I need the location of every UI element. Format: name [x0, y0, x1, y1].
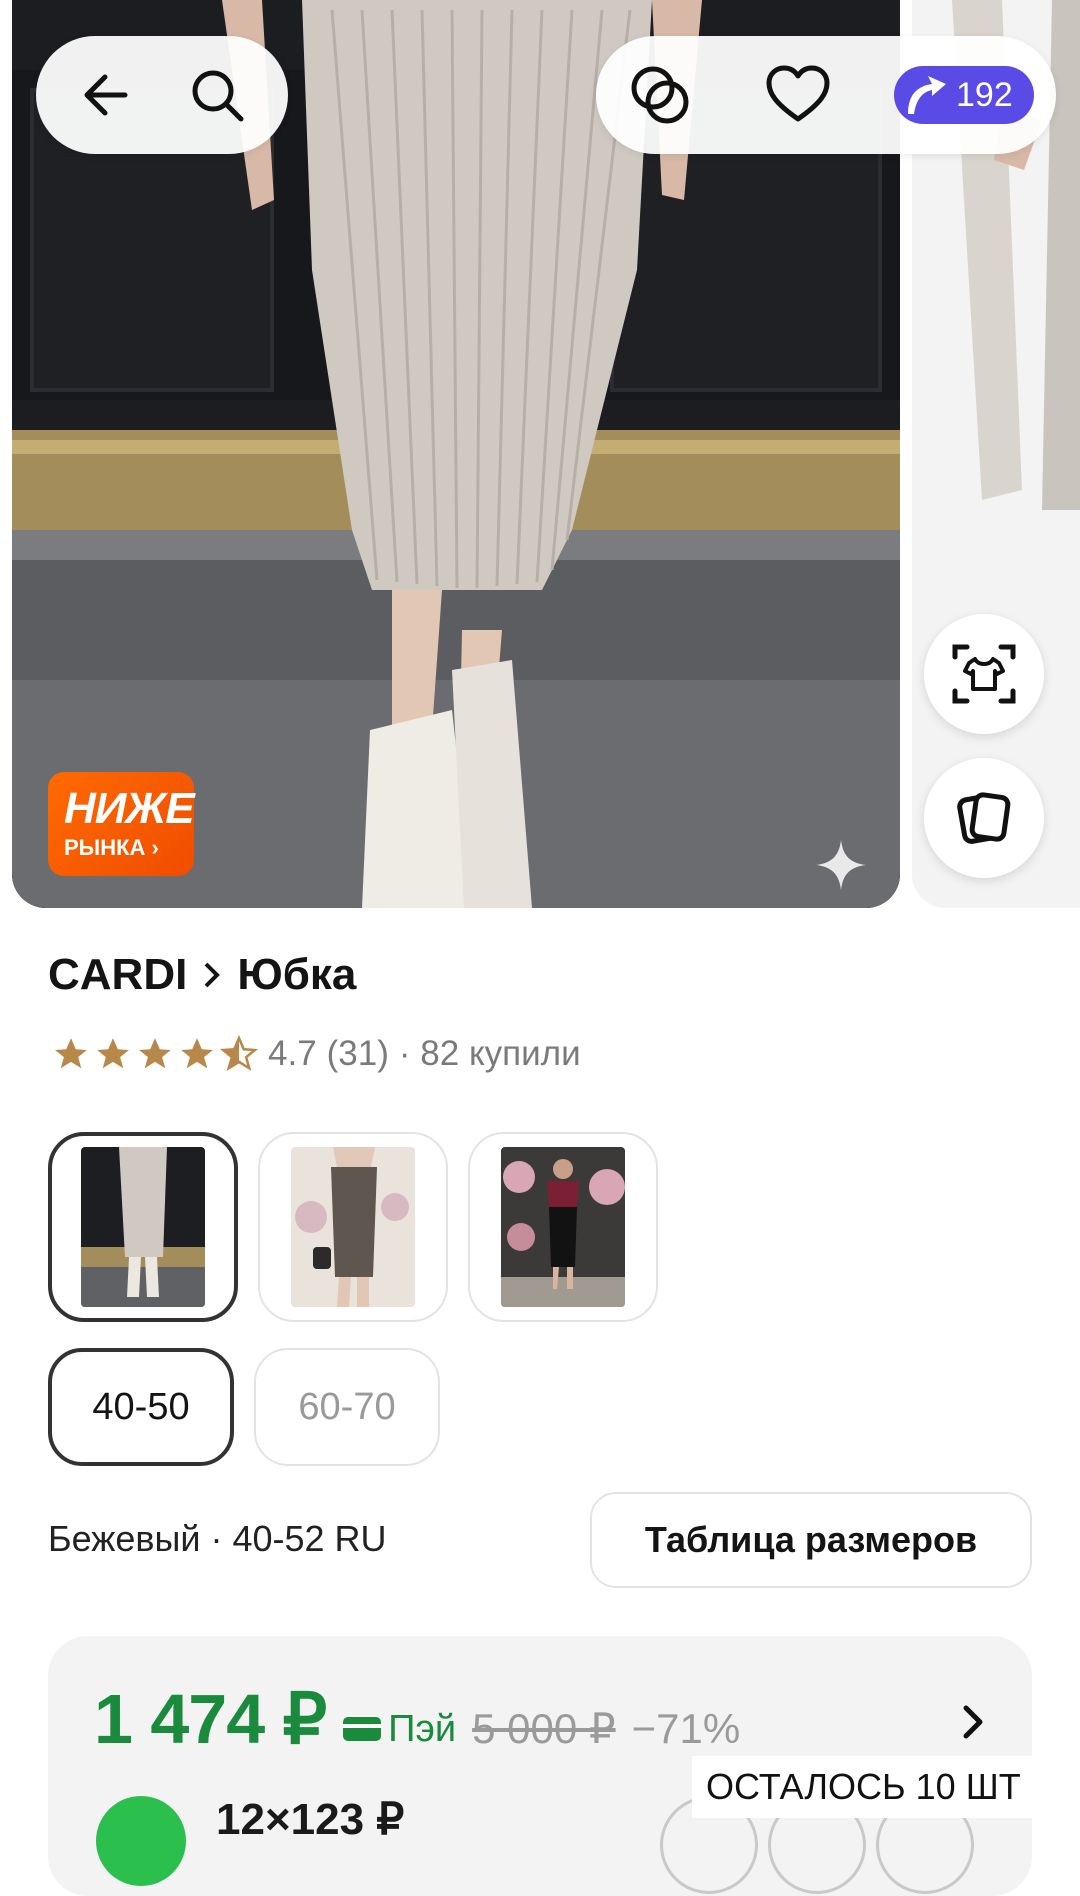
compare-icon: [631, 66, 689, 124]
cards-icon: [957, 792, 1011, 844]
chevron-right-icon: [204, 962, 221, 988]
brand-link[interactable]: CARDI: [48, 950, 187, 1000]
variant-image-beige: [81, 1147, 205, 1307]
cashback-value: 192: [956, 75, 1013, 114]
star-half-icon: [220, 1035, 258, 1072]
toolbar-left: [36, 36, 288, 154]
favorite-button[interactable]: [756, 53, 840, 137]
star-icon: [97, 1038, 129, 1069]
current-price: 1 474 ₽: [94, 1680, 327, 1758]
size-variants: 40-50 60-70: [48, 1348, 440, 1466]
old-price: 5 000 ₽: [472, 1705, 616, 1752]
chevron-right-icon: ›: [151, 835, 159, 860]
cashback-badge[interactable]: 192: [894, 66, 1034, 124]
product-title: CARDI Юбка: [48, 950, 356, 1000]
rating-stars: [52, 1035, 258, 1073]
arrow-left-icon: [84, 74, 128, 116]
card-icon: [343, 1717, 382, 1741]
back-button[interactable]: [65, 53, 149, 137]
toolbar-right: 192: [596, 36, 1056, 154]
chevron-right-icon: [963, 1705, 983, 1739]
badge-line2-text: РЫНКА: [64, 835, 146, 860]
size-chip-60-70[interactable]: 60-70: [254, 1348, 440, 1466]
compare-button[interactable]: [618, 53, 702, 137]
star-icon: [139, 1038, 171, 1069]
badge-line2: РЫНКА ›: [64, 835, 194, 861]
variant-image-brown: [291, 1147, 415, 1307]
badge-line1: НИЖЕ: [64, 784, 195, 833]
star-icon: [181, 1038, 213, 1069]
selected-spec: Бежевый · 40-52 RU: [48, 1518, 387, 1559]
category-name[interactable]: Юбка: [237, 950, 356, 1000]
variant-image-black: [501, 1147, 625, 1307]
installment-price: 12×123 ₽: [216, 1795, 405, 1844]
discount-percent: −71%: [631, 1705, 741, 1752]
size-table-button[interactable]: Таблица размеров: [590, 1492, 1032, 1588]
rating-value: 4.7: [268, 1034, 317, 1073]
rating-row[interactable]: 4.7 (31) · 82 купили: [52, 1034, 581, 1074]
star-icon: [55, 1038, 87, 1069]
variant-thumb-beige[interactable]: [48, 1132, 238, 1322]
price-row: 1 474 ₽ Пэй 5 000 ₽ −71%: [94, 1678, 740, 1760]
variant-thumb-brown[interactable]: [258, 1132, 448, 1322]
variant-thumb-black[interactable]: [468, 1132, 658, 1322]
search-icon: [192, 70, 244, 122]
scan-shirt-icon: [952, 644, 1016, 704]
cashback-arrow-icon: [908, 76, 946, 114]
similar-items-button[interactable]: [924, 758, 1044, 878]
stock-remaining-label: ОСТАЛОСЬ 10 ШТ: [692, 1756, 1035, 1818]
product-gallery[interactable]: 192 НИЖЕ РЫНКА ›: [0, 0, 1080, 910]
review-count: (31): [326, 1034, 389, 1073]
pay-price-label: Пэй: [342, 1708, 456, 1751]
installment-logo-icon: [96, 1796, 186, 1886]
size-chip-40-50[interactable]: 40-50: [48, 1348, 234, 1466]
color-variants: [48, 1132, 658, 1322]
lower-than-market-badge[interactable]: НИЖЕ РЫНКА ›: [48, 772, 195, 876]
heart-icon: [766, 65, 830, 122]
virtual-try-on-button[interactable]: [924, 614, 1044, 734]
sparkle-icon: [816, 840, 866, 890]
bought-count: · 82 купили: [398, 1034, 581, 1073]
search-button[interactable]: [175, 53, 259, 137]
pay-label: Пэй: [388, 1707, 457, 1750]
